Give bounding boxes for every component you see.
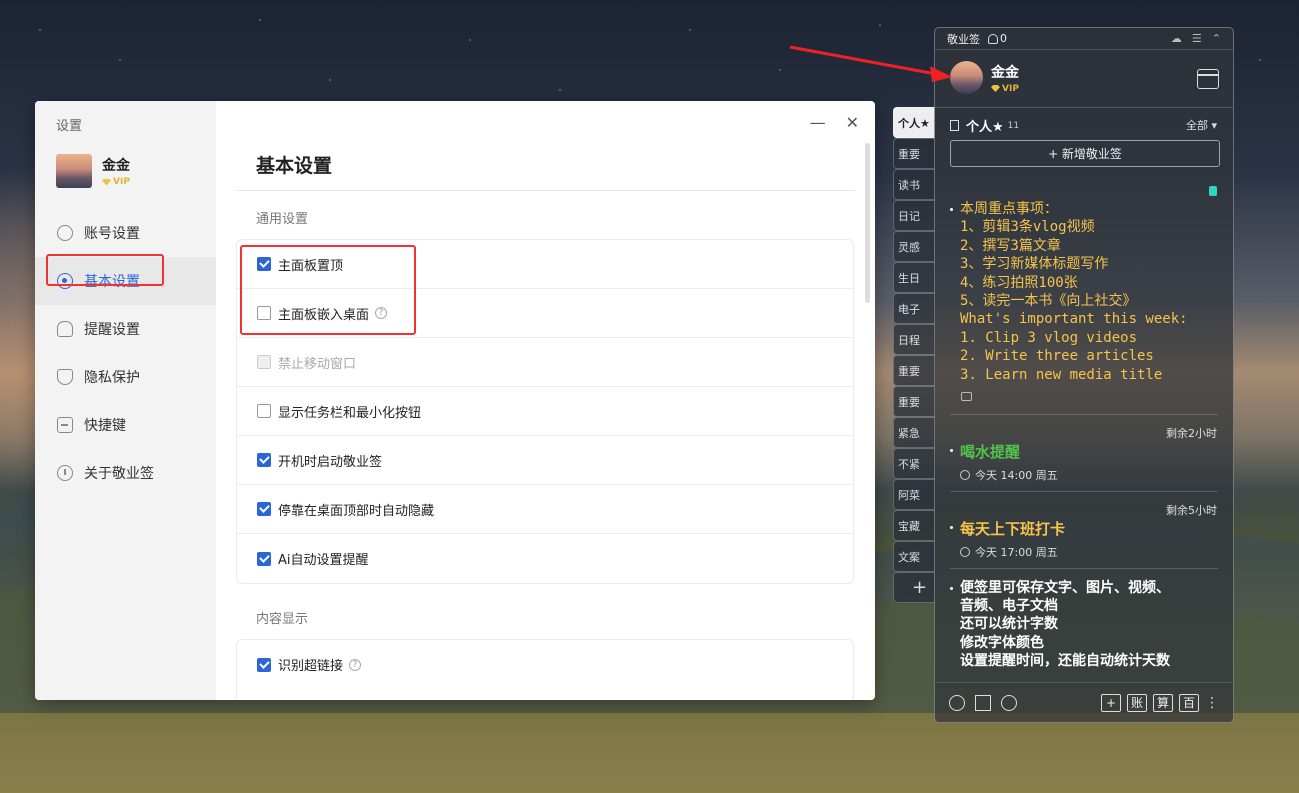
annotation-arrow: [789, 45, 952, 82]
